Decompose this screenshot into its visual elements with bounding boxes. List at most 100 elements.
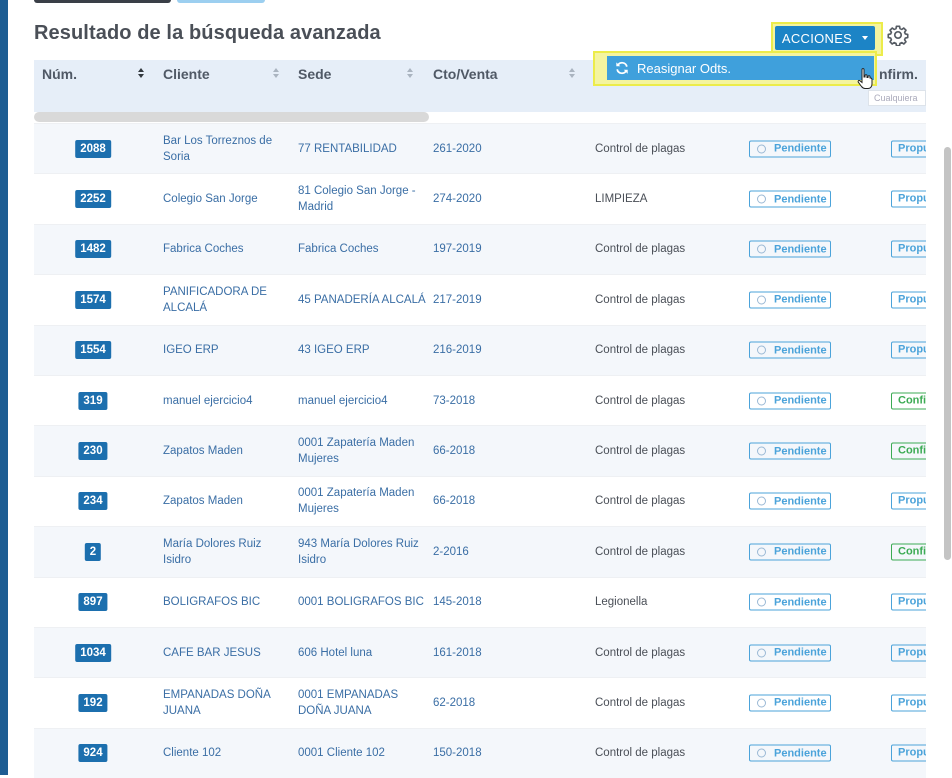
- order-number-badge[interactable]: 319: [78, 391, 108, 410]
- contrato-link[interactable]: 66-2018: [433, 443, 475, 459]
- sede-link[interactable]: 0001 BOLIGRAFOS BIC: [298, 594, 426, 610]
- table-row[interactable]: 1574 PANIFICADORA DE ALCALÁ 45 PANADERÍA A…: [34, 274, 931, 325]
- cliente-link[interactable]: Zapatos Maden: [163, 493, 285, 509]
- circle-icon: [757, 698, 766, 708]
- table-row[interactable]: 2 María Dolores Ruiz Isidro 943 María Dolo…: [34, 526, 931, 577]
- gear-icon[interactable]: [887, 24, 909, 46]
- table-row[interactable]: 1482 Fabrica Coches Fabrica Coches 197-2019…: [34, 223, 931, 275]
- circle-icon: [757, 144, 766, 154]
- dropdown-item-reasignar[interactable]: Reasignar Odts.: [607, 56, 874, 80]
- horizontal-scrollbar[interactable]: [34, 112, 429, 122]
- confirm-badge: Confir: [891, 543, 931, 561]
- contrato-link[interactable]: 150-2018: [433, 745, 482, 761]
- sede-link[interactable]: 45 PANADERÍA ALCALÁ: [298, 292, 426, 308]
- column-header-num[interactable]: Núm.: [42, 66, 77, 82]
- order-number-badge[interactable]: 230: [78, 442, 108, 461]
- order-number-badge[interactable]: 924: [78, 744, 108, 763]
- table-row[interactable]: 1034 CAFE BAR JESUS 606 Hotel luna 161-2018…: [34, 626, 931, 678]
- contrato-link[interactable]: 217-2019: [433, 292, 482, 308]
- circle-icon: [757, 597, 766, 607]
- column-header-cto-venta[interactable]: Cto/Venta: [433, 66, 498, 82]
- linea-text: Control de plagas: [595, 646, 686, 659]
- sede-link[interactable]: 77 RENTABILIDAD: [298, 141, 426, 157]
- table-row[interactable]: 319 manuel ejercicio4 manuel ejercicio4 73-…: [34, 374, 931, 426]
- table-row[interactable]: 192 EMPANADAS DOÑA JUANA 0001 EMPANADAS DO…: [34, 677, 931, 728]
- table-row[interactable]: 2088 Bar Los Torreznos de Soria 77 RENTABI…: [34, 123, 931, 174]
- contrato-link[interactable]: 145-2018: [433, 594, 482, 610]
- sort-icon[interactable]: [569, 68, 577, 80]
- cliente-link[interactable]: IGEO ERP: [163, 342, 285, 358]
- top-button-light[interactable]: [177, 0, 265, 3]
- order-number-badge[interactable]: 1034: [75, 643, 111, 662]
- order-number-badge[interactable]: 2: [84, 542, 102, 561]
- cliente-link[interactable]: Cliente 102: [163, 745, 285, 761]
- cliente-link[interactable]: Bar Los Torreznos de Soria: [163, 133, 285, 165]
- sede-link[interactable]: 0001 Cliente 102: [298, 745, 426, 761]
- cliente-link[interactable]: Fabrica Coches: [163, 241, 285, 257]
- sort-icon[interactable]: [273, 68, 281, 80]
- cliente-link[interactable]: CAFE BAR JESUS: [163, 645, 285, 661]
- contrato-link[interactable]: 73-2018: [433, 393, 475, 409]
- confirm-badge: Propu: [891, 644, 931, 662]
- order-number-badge[interactable]: 1554: [75, 341, 111, 360]
- status-badge: Pendiente: [749, 392, 831, 410]
- sede-link[interactable]: 606 Hotel luna: [298, 645, 426, 661]
- sede-link[interactable]: 0001 EMPANADAS DOÑA JUANA: [298, 687, 426, 719]
- sede-link[interactable]: Fabrica Coches: [298, 241, 426, 257]
- table-row[interactable]: 2252 Colegio San Jorge 81 Colegio San Jorg…: [34, 173, 931, 224]
- table-row[interactable]: 897 BOLIGRAFOS BIC 0001 BOLIGRAFOS BIC 145-…: [34, 576, 931, 627]
- status-badge: Pendiente: [749, 190, 831, 208]
- column-header-confirm[interactable]: nfirm.: [879, 66, 918, 82]
- order-number-badge[interactable]: 192: [78, 693, 108, 712]
- linea-text: Legionella: [595, 596, 648, 609]
- sede-link[interactable]: manuel ejercicio4: [298, 393, 426, 409]
- confirm-badge: Propu: [891, 593, 931, 611]
- linea-text: Control de plagas: [595, 445, 686, 458]
- linea-text: Control de plagas: [595, 696, 686, 709]
- table-row[interactable]: 1554 IGEO ERP 43 IGEO ERP 216-2019 Control d…: [34, 324, 931, 375]
- order-number-badge[interactable]: 234: [78, 492, 108, 511]
- contrato-link[interactable]: 2-2016: [433, 544, 469, 560]
- contrato-link[interactable]: 216-2019: [433, 342, 482, 358]
- contrato-link[interactable]: 66-2018: [433, 493, 475, 509]
- vertical-scrollbar-thumb[interactable]: [944, 147, 951, 560]
- contrato-link[interactable]: 161-2018: [433, 645, 482, 661]
- cliente-link[interactable]: Zapatos Maden: [163, 443, 285, 459]
- column-header-cliente[interactable]: Cliente: [163, 66, 210, 82]
- order-number-badge[interactable]: 2252: [75, 190, 111, 209]
- top-button-dark[interactable]: [34, 0, 171, 3]
- cliente-link[interactable]: Colegio San Jorge: [163, 191, 285, 207]
- contrato-link[interactable]: 62-2018: [433, 695, 475, 711]
- cliente-link[interactable]: BOLIGRAFOS BIC: [163, 594, 285, 610]
- confirm-badge: Propu: [891, 140, 931, 158]
- table-row[interactable]: 230 Zapatos Maden 0001 Zapatería Maden Muj…: [34, 425, 931, 476]
- contrato-link[interactable]: 274-2020: [433, 191, 482, 207]
- status-badge: Pendiente: [749, 543, 831, 561]
- order-number-badge[interactable]: 897: [78, 593, 108, 612]
- sede-link[interactable]: 943 María Dolores Ruiz Isidro: [298, 536, 426, 568]
- status-badge: Pendiente: [749, 140, 831, 158]
- cliente-link[interactable]: María Dolores Ruiz Isidro: [163, 536, 285, 568]
- status-label: Pendiente: [774, 344, 827, 357]
- sort-icon[interactable]: [138, 68, 146, 80]
- contrato-link[interactable]: 197-2019: [433, 241, 482, 257]
- status-label: Pendiente: [774, 445, 827, 458]
- order-number-badge[interactable]: 2088: [75, 139, 111, 158]
- cliente-link[interactable]: PANIFICADORA DE ALCALÁ: [163, 284, 285, 316]
- acciones-button[interactable]: ACCIONES: [775, 26, 875, 50]
- order-number-badge[interactable]: 1574: [75, 290, 111, 309]
- column-header-sede[interactable]: Sede: [298, 66, 331, 82]
- sede-link[interactable]: 43 IGEO ERP: [298, 342, 426, 358]
- confirm-filter-select[interactable]: Cualquiera: [868, 90, 926, 106]
- cliente-link[interactable]: EMPANADAS DOÑA JUANA: [163, 687, 285, 719]
- sort-icon[interactable]: [407, 68, 415, 80]
- contrato-link[interactable]: 261-2020: [433, 141, 482, 157]
- order-number-badge[interactable]: 1482: [75, 240, 111, 259]
- sede-link[interactable]: 0001 Zapatería Maden Mujeres: [298, 485, 426, 517]
- cliente-link[interactable]: manuel ejercicio4: [163, 393, 285, 409]
- confirm-badge: Propu: [891, 190, 931, 208]
- table-row[interactable]: 234 Zapatos Maden 0001 Zapatería Maden Muj…: [34, 475, 931, 527]
- table-row[interactable]: 924 Cliente 102 0001 Cliente 102 150-2018 Co…: [34, 727, 931, 778]
- sede-link[interactable]: 0001 Zapatería Maden Mujeres: [298, 435, 426, 467]
- sede-link[interactable]: 81 Colegio San Jorge - Madrid: [298, 183, 426, 215]
